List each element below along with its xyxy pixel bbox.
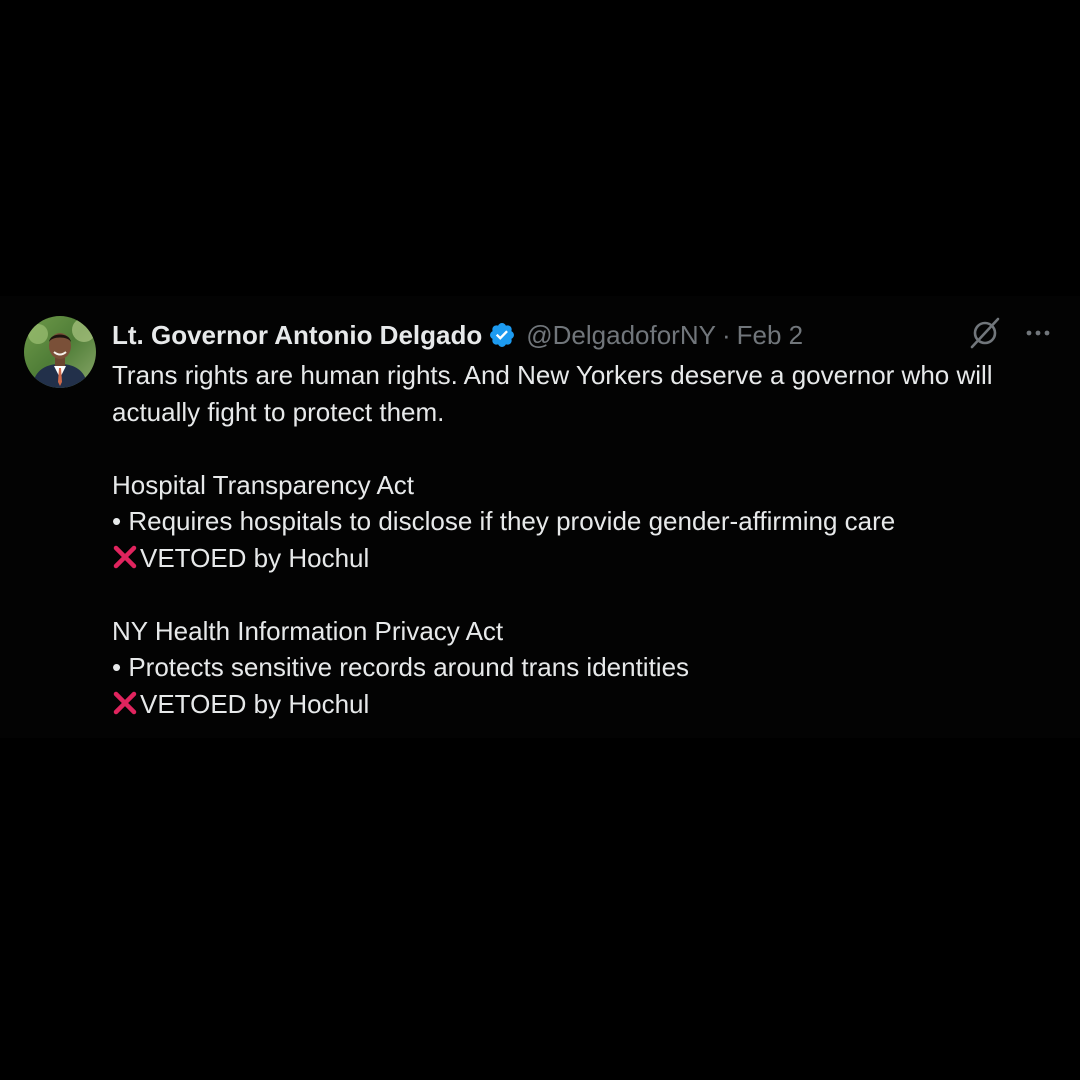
act-title: NY Health Information Privacy Act xyxy=(112,615,504,646)
avatar[interactable] xyxy=(24,316,96,388)
red-cross-mark-icon xyxy=(112,543,138,569)
author-handle[interactable]: @DelgadoforNY xyxy=(526,320,716,351)
act-title: Hospital Transparency Act xyxy=(112,469,415,500)
act-description: • Requires hospitals to disclose if they… xyxy=(112,506,896,536)
page: Lt. Governor Antonio Delgado @Delgadofor… xyxy=(0,0,1080,1080)
separator-dot: · xyxy=(721,319,731,350)
red-cross-mark-icon xyxy=(112,689,138,715)
grok-icon[interactable] xyxy=(968,316,1002,355)
tweet-text: Trans rights are human rights. And New Y… xyxy=(112,357,1062,722)
tweet-header: Lt. Governor Antonio Delgado @Delgadofor… xyxy=(112,318,803,352)
tweet-line: Trans rights are human rights. And New Y… xyxy=(112,360,993,390)
tweet-actions xyxy=(968,316,1052,355)
verified-badge-icon xyxy=(488,320,518,350)
author-name[interactable]: Lt. Governor Antonio Delgado xyxy=(112,320,482,351)
tweet-line: actually fight to protect them. xyxy=(112,396,445,427)
more-icon[interactable] xyxy=(1024,319,1052,352)
act-status: VETOED by Hochul xyxy=(112,686,1062,723)
act-status: VETOED by Hochul xyxy=(112,540,1062,577)
act-status-text: VETOED by Hochul xyxy=(140,542,370,573)
tweet-date[interactable]: Feb 2 xyxy=(737,320,804,351)
act-status-text: VETOED by Hochul xyxy=(140,688,370,719)
act-description: • Protects sensitive records around tran… xyxy=(112,652,690,682)
